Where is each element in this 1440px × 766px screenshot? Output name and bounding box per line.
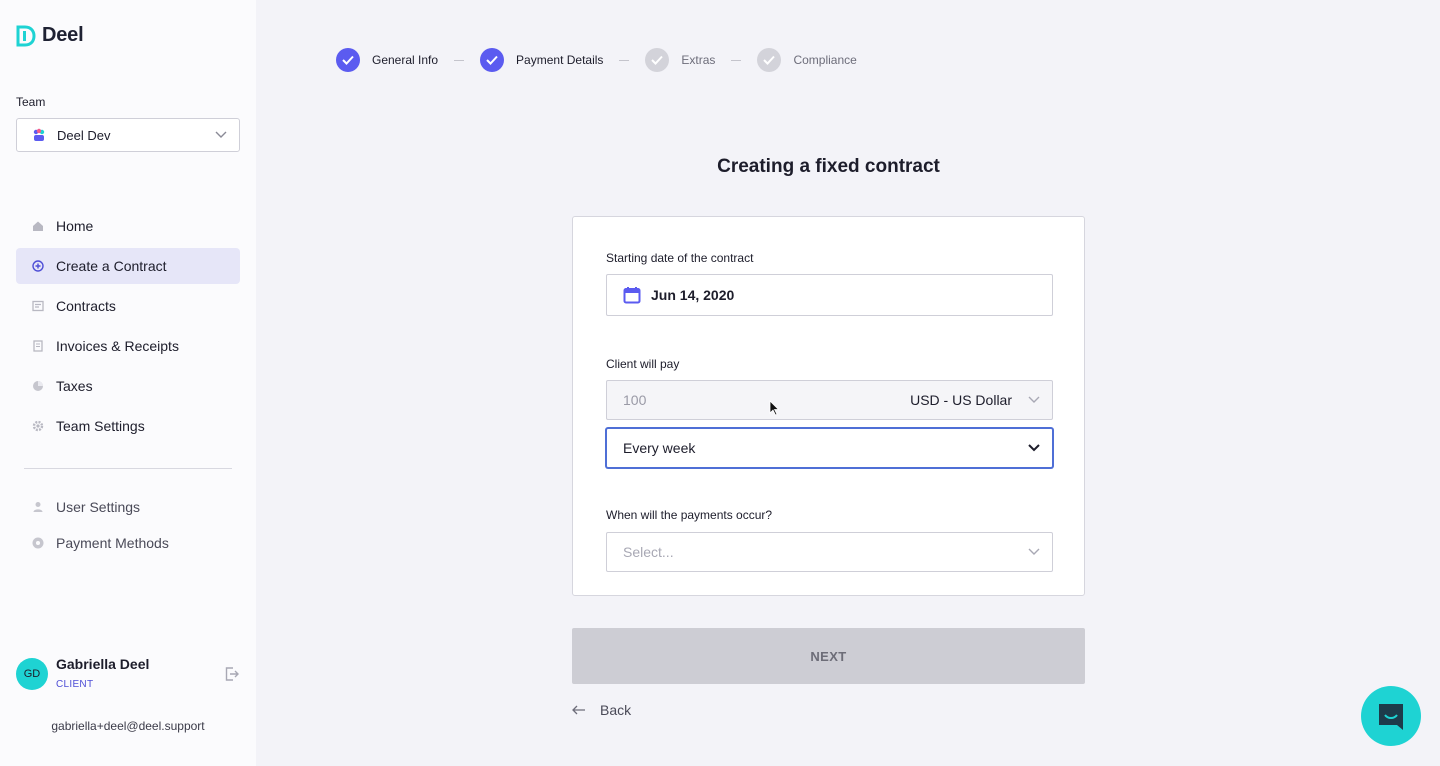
step-label: Payment Details bbox=[516, 53, 604, 67]
amount-currency-field[interactable]: 100 USD - US Dollar bbox=[606, 380, 1053, 420]
chevron-down-icon bbox=[1028, 396, 1040, 403]
back-link[interactable]: Back bbox=[572, 700, 631, 720]
payments-occur-label: When will the payments occur? bbox=[606, 508, 773, 522]
chevron-down-icon bbox=[1028, 444, 1040, 452]
nav-item-invoices[interactable]: Invoices & Receipts bbox=[16, 328, 240, 364]
user-icon bbox=[32, 501, 44, 513]
nav-item-contracts[interactable]: Contracts bbox=[16, 288, 240, 324]
nav-label: Create a Contract bbox=[56, 258, 167, 274]
deel-logo[interactable]: Deel bbox=[16, 24, 84, 47]
payment-frequency-select[interactable]: Every week bbox=[606, 428, 1053, 468]
chevron-down-icon bbox=[1028, 548, 1040, 555]
user-name: Gabriella Deel bbox=[56, 656, 150, 672]
gear-icon bbox=[32, 420, 44, 432]
team-icon bbox=[33, 128, 45, 141]
step-extras[interactable]: Extras bbox=[645, 48, 715, 72]
chevron-down-icon bbox=[215, 131, 227, 138]
main-nav: Home Create a Contract Contracts Invoice… bbox=[16, 208, 240, 448]
step-separator bbox=[619, 59, 630, 61]
invoice-icon bbox=[32, 340, 44, 352]
progress-stepper: General Info Payment Details Extras Comp… bbox=[336, 48, 857, 72]
client-pay-label: Client will pay bbox=[606, 357, 680, 371]
nav-label: Contracts bbox=[56, 298, 116, 314]
contract-icon bbox=[32, 300, 44, 312]
check-icon bbox=[645, 48, 670, 72]
page-title: Creating a fixed contract bbox=[717, 156, 940, 177]
amount-input[interactable]: 100 bbox=[623, 392, 910, 408]
mouse-cursor-icon bbox=[769, 400, 779, 416]
secondary-nav: User Settings Payment Methods bbox=[16, 489, 240, 561]
check-icon bbox=[757, 48, 782, 72]
currency-select[interactable]: USD - US Dollar bbox=[910, 392, 1012, 408]
deel-logo-icon bbox=[16, 25, 36, 46]
nav-label: Taxes bbox=[56, 378, 93, 394]
step-separator bbox=[731, 59, 742, 61]
team-label: Team bbox=[16, 95, 46, 109]
nav-label: Invoices & Receipts bbox=[56, 338, 179, 354]
nav-label: Team Settings bbox=[56, 418, 145, 434]
chat-icon bbox=[1379, 704, 1403, 730]
nav-item-taxes[interactable]: Taxes bbox=[16, 368, 240, 404]
step-label: Extras bbox=[681, 53, 716, 67]
nav-item-team-settings[interactable]: Team Settings bbox=[16, 408, 240, 444]
step-label: General Info bbox=[372, 53, 439, 67]
chat-launcher-button[interactable] bbox=[1361, 686, 1421, 746]
nav-item-payment-methods[interactable]: Payment Methods bbox=[16, 525, 240, 561]
avatar[interactable]: GD bbox=[16, 658, 48, 690]
user-role: CLIENT bbox=[56, 679, 94, 690]
start-date-label: Starting date of the contract bbox=[606, 251, 754, 265]
payment-schedule-placeholder: Select... bbox=[623, 544, 674, 560]
nav-item-home[interactable]: Home bbox=[16, 208, 240, 244]
payment-icon bbox=[32, 537, 44, 549]
brand-name: Deel bbox=[42, 24, 84, 46]
step-general-info[interactable]: General Info bbox=[336, 48, 438, 72]
logout-icon[interactable] bbox=[224, 666, 240, 682]
plus-circle-icon bbox=[32, 260, 44, 272]
step-payment-details[interactable]: Payment Details bbox=[480, 48, 603, 72]
back-label: Back bbox=[600, 702, 632, 718]
contract-form-card: Starting date of the contract Jun 14, 20… bbox=[572, 216, 1085, 596]
step-separator bbox=[454, 59, 465, 61]
start-date-value: Jun 14, 2020 bbox=[651, 287, 735, 303]
pie-chart-icon bbox=[32, 380, 44, 392]
home-icon bbox=[32, 220, 44, 232]
user-profile: GD Gabriella Deel CLIENT bbox=[16, 656, 240, 692]
payment-schedule-select[interactable]: Select... bbox=[606, 532, 1053, 572]
arrow-left-icon bbox=[572, 705, 585, 715]
sidebar-divider bbox=[24, 468, 232, 469]
user-email: gabriella+deel@deel.support bbox=[51, 719, 205, 733]
nav-label: User Settings bbox=[56, 499, 141, 515]
step-label: Compliance bbox=[793, 53, 857, 67]
nav-label: Home bbox=[56, 218, 94, 234]
sidebar: Deel Team Deel Dev Home Create a Contrac… bbox=[0, 0, 256, 766]
start-date-picker[interactable]: Jun 14, 2020 bbox=[606, 274, 1053, 316]
next-button[interactable]: NEXT bbox=[572, 628, 1085, 684]
check-icon bbox=[336, 48, 360, 72]
check-icon bbox=[480, 48, 505, 72]
nav-label: Payment Methods bbox=[56, 535, 169, 551]
team-selector[interactable]: Deel Dev bbox=[16, 118, 240, 152]
step-compliance[interactable]: Compliance bbox=[757, 48, 857, 72]
nav-item-create-contract[interactable]: Create a Contract bbox=[16, 248, 240, 284]
calendar-icon bbox=[623, 287, 641, 304]
team-name: Deel Dev bbox=[57, 127, 111, 143]
nav-item-user-settings[interactable]: User Settings bbox=[16, 489, 240, 525]
frequency-value: Every week bbox=[623, 440, 696, 456]
